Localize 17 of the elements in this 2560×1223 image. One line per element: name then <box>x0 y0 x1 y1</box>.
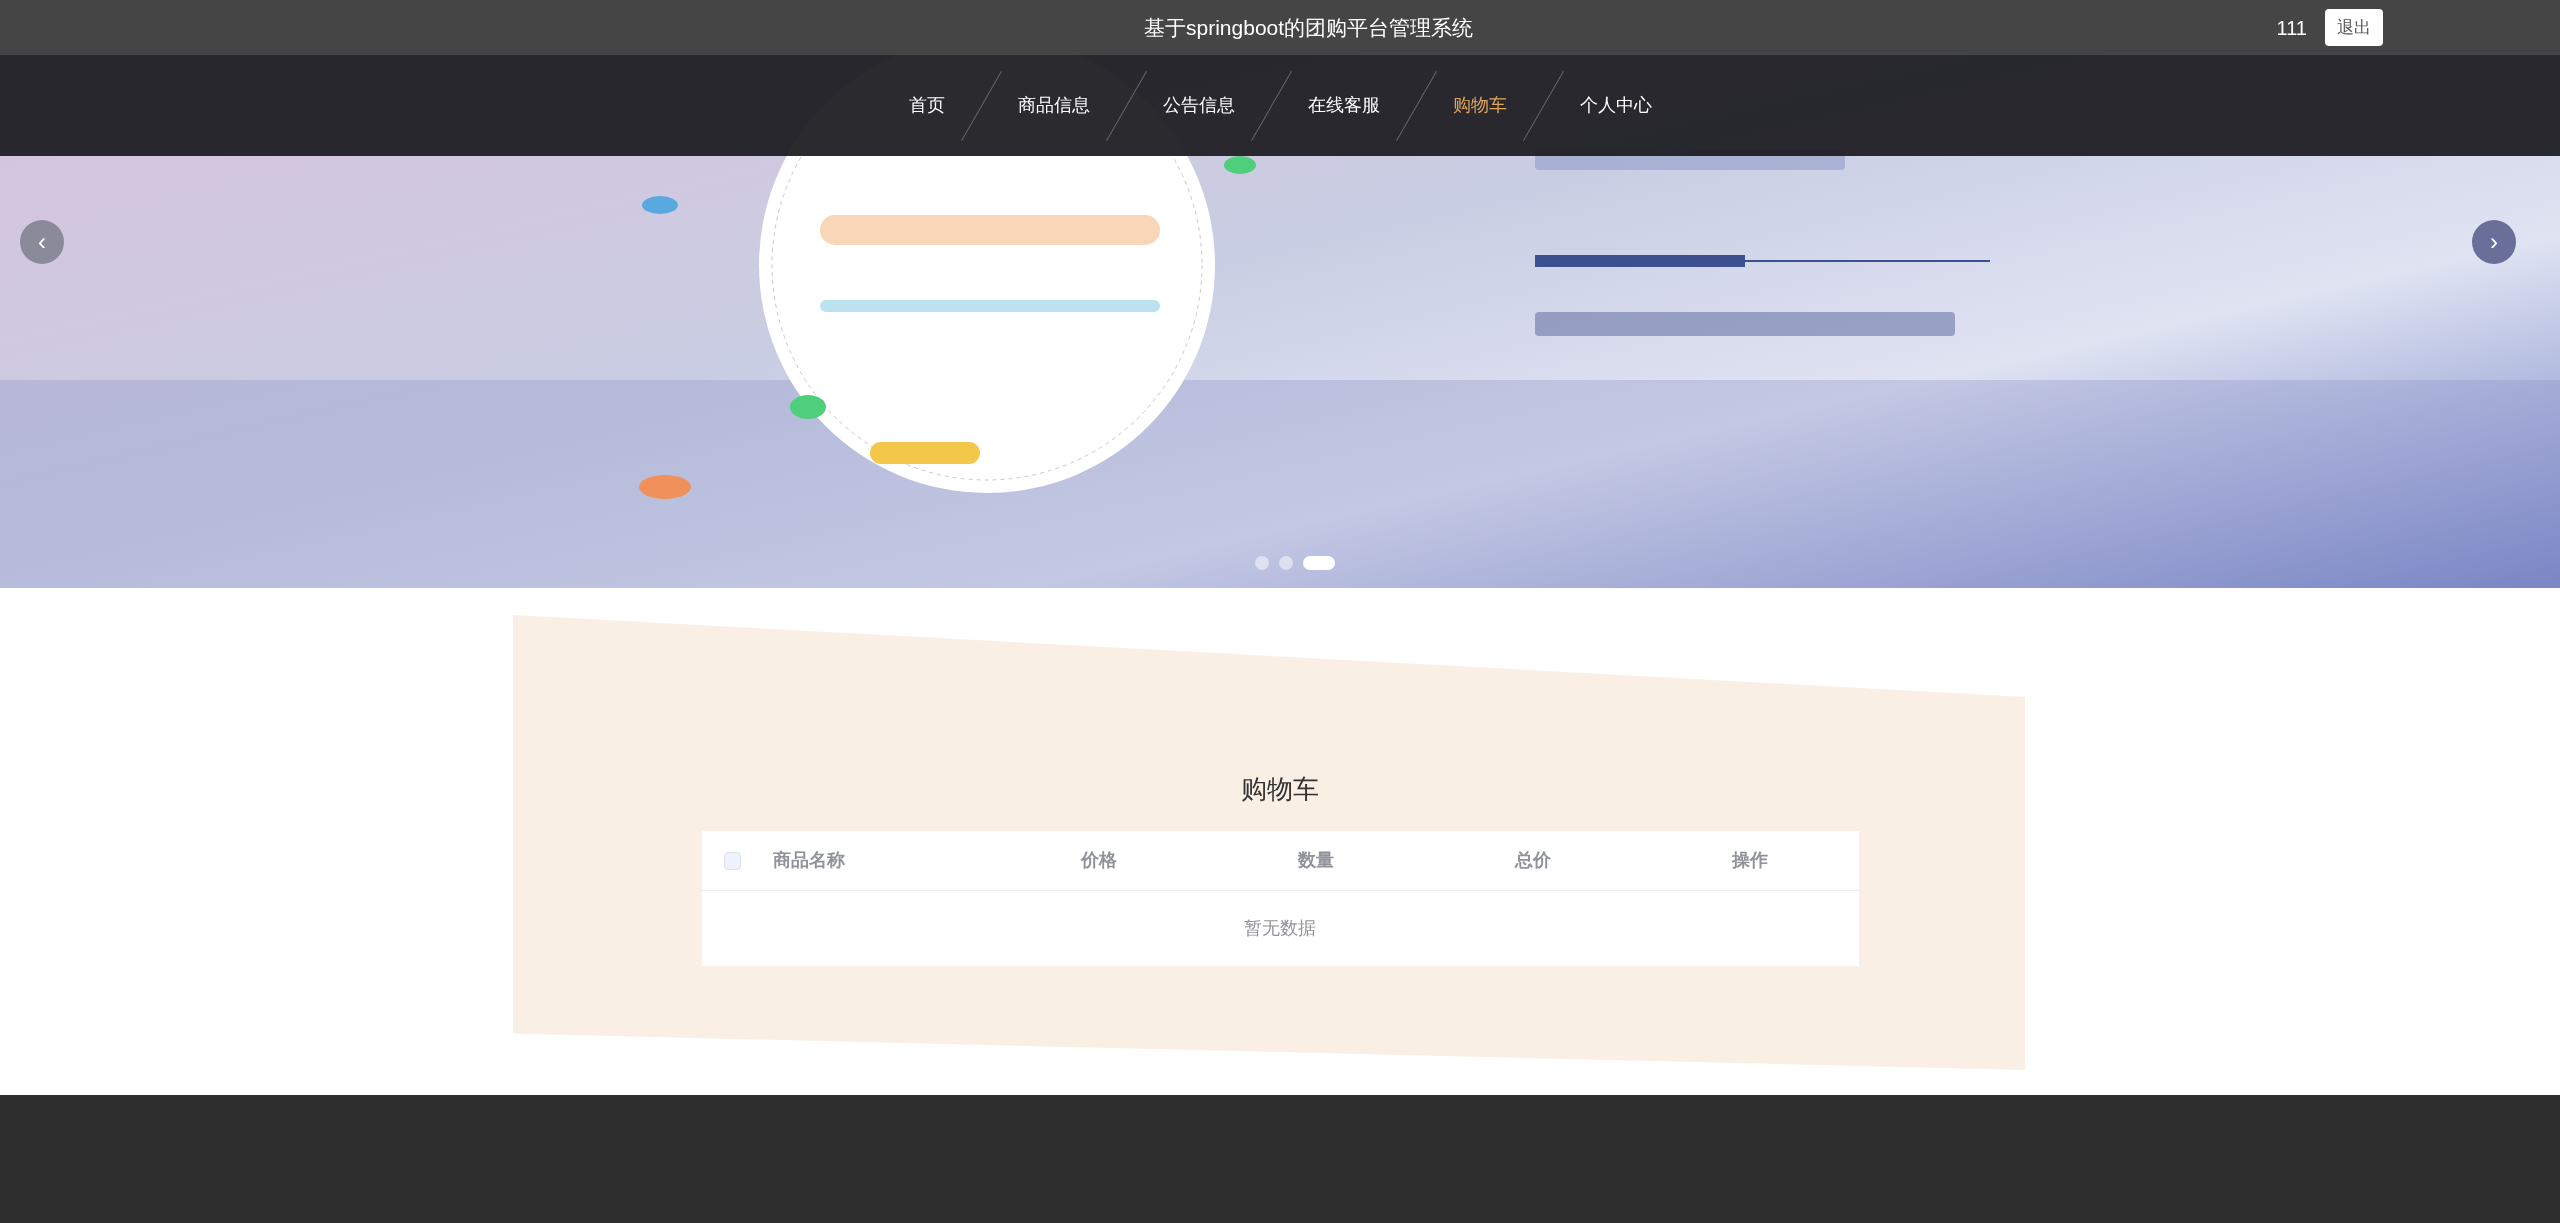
column-header: 价格 <box>1079 849 1118 872</box>
column-header: 操作 <box>1730 849 1769 872</box>
logout-button[interactable]: 退出 <box>2325 8 2383 47</box>
nav-link[interactable]: 购物车 <box>1452 92 1507 119</box>
column-header: 总价 <box>1513 849 1552 872</box>
nav-link[interactable]: 公告信息 <box>1162 92 1235 119</box>
section-title: 购物车 <box>1241 773 1319 806</box>
select-all-checkbox[interactable] <box>723 851 741 870</box>
empty-message: 暂无数据 <box>1244 917 1316 940</box>
column-header: 商品名称 <box>772 849 846 872</box>
nav-link[interactable]: 个人中心 <box>1579 92 1652 119</box>
app-title: 基于springboot的团购平台管理系统 <box>1144 14 1474 41</box>
nav-link[interactable]: 商品信息 <box>1017 92 1090 119</box>
username: 111 <box>2276 15 2307 41</box>
nav-link[interactable]: 首页 <box>908 92 945 119</box>
nav-link[interactable]: 在线客服 <box>1307 92 1380 119</box>
column-header: 数量 <box>1296 849 1335 872</box>
